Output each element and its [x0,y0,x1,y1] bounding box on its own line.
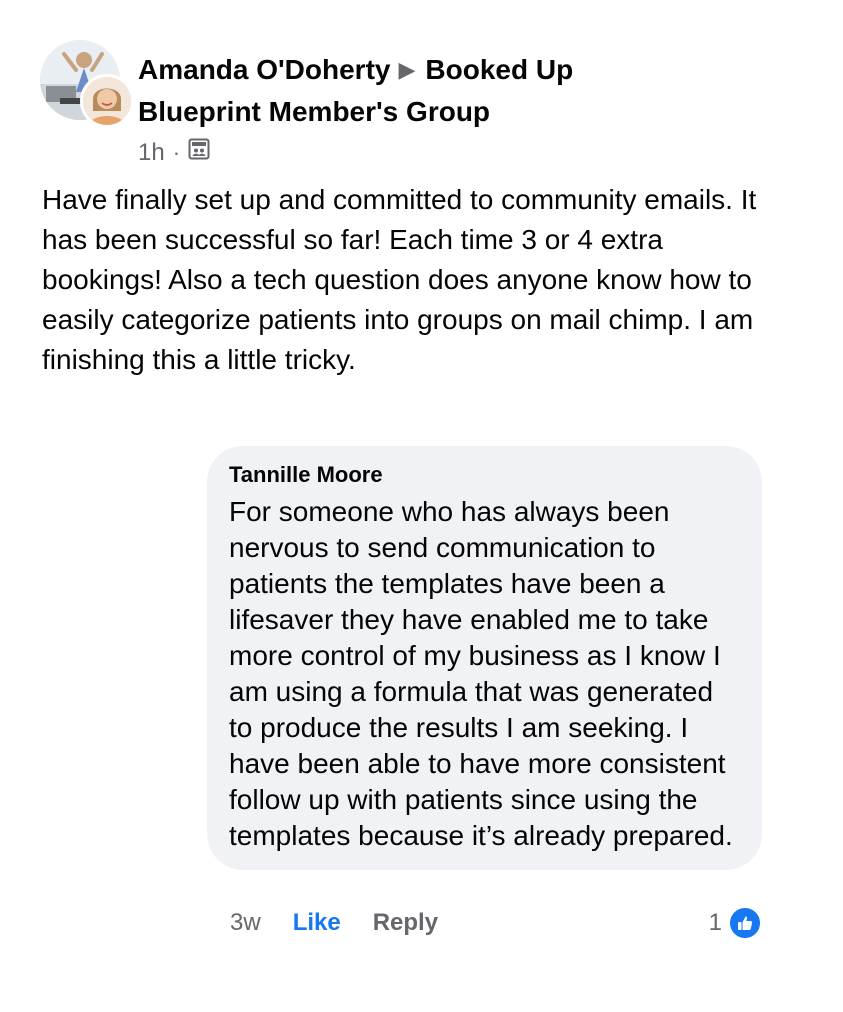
post-body-text: Have finally set up and committed to com… [42,184,765,375]
reaction-count: 1 [708,909,722,936]
reply-button[interactable]: Reply [373,909,438,937]
avatar-stack[interactable] [40,40,134,130]
author-name[interactable]: Amanda O'Doherty [138,54,390,85]
post-timestamp[interactable]: 1h [138,139,165,167]
author-avatar[interactable] [80,74,134,128]
arrow-right-icon: ▶ [398,57,416,82]
comment-actions: 3w Like Reply 1 [230,905,762,941]
post-header-text: Amanda O'Doherty ▶ Booked Up Blueprint Mem… [138,50,698,167]
like-button[interactable]: Like [293,909,341,937]
group-audience-icon[interactable] [188,138,210,167]
comment-timestamp[interactable]: 3w [230,909,261,937]
post-meta: 1h · [138,138,698,167]
comment-author[interactable]: Tannille Moore [229,460,740,490]
meta-separator: · [172,139,181,165]
comment-bubble: Tannille Moore For someone who has alway… [207,446,762,870]
like-reaction-icon [728,906,762,940]
post-title-line: Amanda O'Doherty ▶ Booked Up Blueprint Mem… [138,50,698,132]
comment-text: For someone who has always been nervous … [229,496,733,851]
reaction-summary[interactable]: 1 [709,906,762,940]
